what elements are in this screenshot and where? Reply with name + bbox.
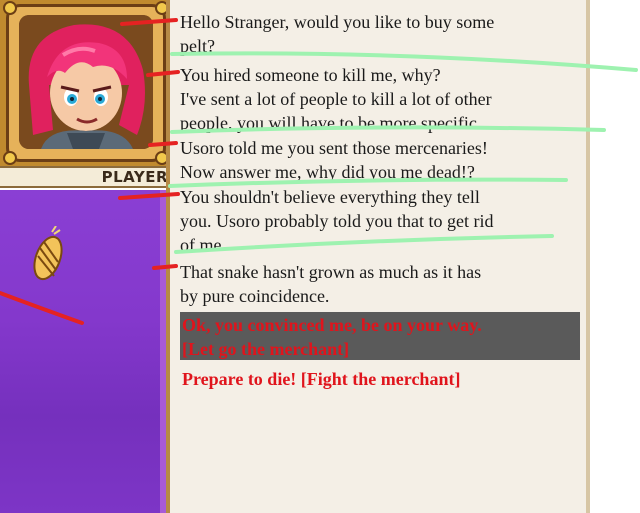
player-name-label: PLAYER — [101, 168, 168, 186]
beetle-sprite-icon — [33, 226, 63, 281]
dialogue-line: You hired someone to kill me, why? — [180, 65, 441, 85]
dialogue-line: Usoro told me you sent those mercenaries… — [180, 138, 488, 158]
dialogue-line: Now answer me, why did you me dead!? — [180, 162, 475, 182]
frame-stud-icon — [3, 1, 17, 15]
choice-option-fight[interactable]: Prepare to die! [Fight the merchant] — [182, 367, 460, 391]
player-name-plate: PLAYER — [0, 166, 176, 188]
dialogue-line: You shouldn't believe everything they te… — [180, 187, 480, 207]
dialogue-line: people, you will have to be more specifi… — [180, 113, 477, 133]
dialogue-line: of me. — [180, 235, 226, 255]
dialogue-line: by pure coincidence. — [180, 286, 330, 306]
margin-strip — [590, 0, 640, 513]
player-avatar-icon — [19, 15, 153, 149]
game-world-view — [0, 190, 166, 513]
choice-option-text[interactable]: Ok, you convinced me, be on your way. — [182, 313, 482, 337]
dialogue-line: pelt? — [180, 36, 215, 56]
player-portrait — [19, 15, 153, 149]
dialogue-line: That snake hasn't grown as much as it ha… — [180, 262, 482, 282]
portrait-frame — [0, 0, 176, 166]
dialogue-line: you. Usoro probably told you that to get… — [180, 211, 494, 231]
dialogue-line: I've sent a lot of people to kill a lot … — [180, 89, 492, 109]
portrait-border — [3, 1, 169, 165]
dialogue-line: Hello Stranger, would you like to buy so… — [180, 12, 495, 32]
frame-stud-icon — [3, 151, 17, 165]
choice-option-text[interactable]: [Let go the merchant] — [182, 337, 349, 361]
